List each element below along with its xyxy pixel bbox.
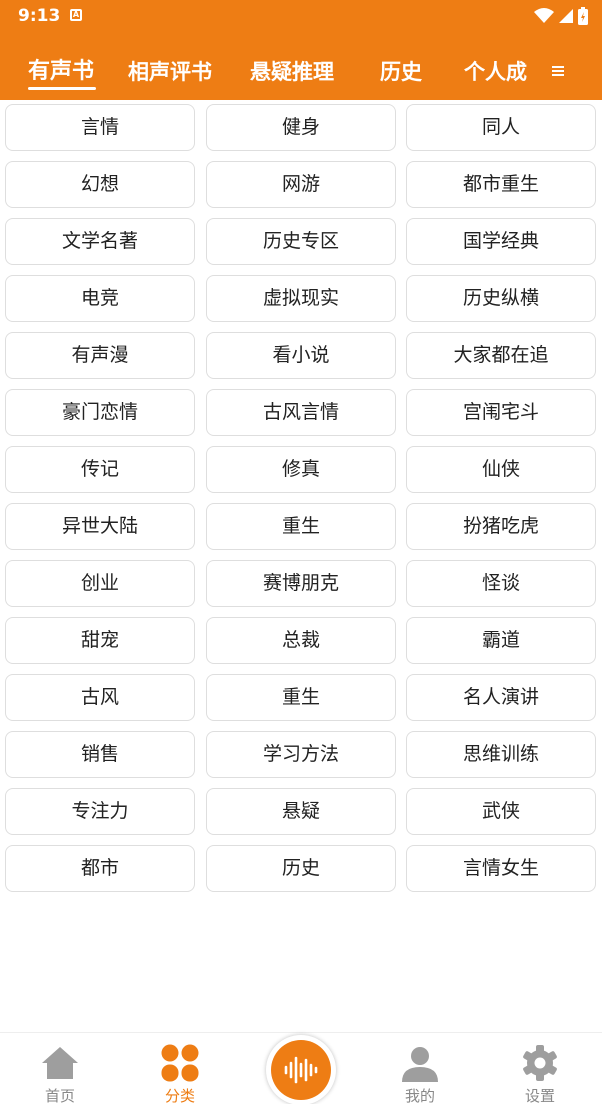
tab-history[interactable]: 历史 <box>380 54 422 90</box>
category-item[interactable]: 幻想 <box>5 161 195 208</box>
status-bar: 9:13 A <box>0 0 602 32</box>
category-item[interactable]: 有声漫 <box>5 332 195 379</box>
category-item[interactable]: 甜宠 <box>5 617 195 664</box>
active-tab-indicator <box>28 87 96 90</box>
nav-home[interactable]: 首页 <box>10 1033 110 1104</box>
category-item[interactable]: 言情女生 <box>406 845 596 892</box>
nav-settings[interactable]: 设置 <box>490 1033 590 1104</box>
category-item[interactable]: 总裁 <box>206 617 396 664</box>
category-item[interactable]: 都市重生 <box>406 161 596 208</box>
category-item[interactable]: 修真 <box>206 446 396 493</box>
category-item[interactable]: 历史纵横 <box>406 275 596 322</box>
category-tabs: 有声书 相声评书 悬疑推理 历史 个人成 <box>0 54 602 94</box>
category-item[interactable]: 言情 <box>5 104 195 151</box>
home-icon <box>42 1047 78 1079</box>
category-item[interactable]: 悬疑 <box>206 788 396 835</box>
category-item[interactable]: 创业 <box>5 560 195 607</box>
category-item[interactable]: 古风 <box>5 674 195 721</box>
category-item[interactable]: 学习方法 <box>206 731 396 778</box>
category-item[interactable]: 专注力 <box>5 788 195 835</box>
tab-crosstalk[interactable]: 相声评书 <box>128 54 212 90</box>
battery-icon <box>578 7 588 25</box>
category-item[interactable]: 古风言情 <box>206 389 396 436</box>
tab-personal-growth[interactable]: 个人成 <box>464 54 527 90</box>
category-item[interactable]: 网游 <box>206 161 396 208</box>
nav-mine-label: 我的 <box>404 1087 435 1104</box>
category-item[interactable]: 怪谈 <box>406 560 596 607</box>
status-time: 9:13 <box>18 6 61 26</box>
category-item[interactable]: 国学经典 <box>406 218 596 265</box>
category-item[interactable]: 宫闱宅斗 <box>406 389 596 436</box>
category-item[interactable]: 历史专区 <box>206 218 396 265</box>
signal-icon <box>559 9 573 23</box>
player-inner <box>271 1040 331 1100</box>
category-item[interactable]: 大家都在追 <box>406 332 596 379</box>
bottom-nav: 首页 分类 我的 设置 <box>0 1032 602 1104</box>
notification-icon: A <box>70 9 82 21</box>
category-item[interactable]: 文学名著 <box>5 218 195 265</box>
category-item[interactable]: 历史 <box>206 845 396 892</box>
player-button[interactable] <box>266 1035 336 1104</box>
category-item[interactable]: 名人演讲 <box>406 674 596 721</box>
category-item[interactable]: 都市 <box>5 845 195 892</box>
wifi-icon <box>534 8 554 23</box>
nav-settings-label: 设置 <box>524 1087 555 1104</box>
tab-mystery[interactable]: 悬疑推理 <box>250 54 334 90</box>
nav-category-label: 分类 <box>164 1087 195 1104</box>
category-item[interactable]: 重生 <box>206 674 396 721</box>
category-item[interactable]: 电竞 <box>5 275 195 322</box>
category-grid-icon <box>161 1044 199 1082</box>
category-item[interactable]: 仙侠 <box>406 446 596 493</box>
nav-category[interactable]: 分类 <box>130 1033 230 1104</box>
category-item[interactable]: 传记 <box>5 446 195 493</box>
category-item[interactable]: 扮猪吃虎 <box>406 503 596 550</box>
audio-wave-icon <box>284 1056 318 1084</box>
top-header: 9:13 A 有声书 相声评书 悬疑推理 历史 个人成 <box>0 0 602 100</box>
category-item[interactable]: 重生 <box>206 503 396 550</box>
nav-home-label: 首页 <box>44 1087 75 1104</box>
nav-mine[interactable]: 我的 <box>370 1033 470 1104</box>
category-item[interactable]: 销售 <box>5 731 195 778</box>
category-item[interactable]: 武侠 <box>406 788 596 835</box>
category-item[interactable]: 虚拟现实 <box>206 275 396 322</box>
app-root: 9:13 A 有声书 相声评书 悬疑推理 历史 个人成 言情 健身 同人 幻想 … <box>0 0 602 1104</box>
gear-icon <box>523 1045 557 1081</box>
category-item[interactable]: 霸道 <box>406 617 596 664</box>
tab-audiobook[interactable]: 有声书 <box>28 54 94 90</box>
status-icons <box>534 7 588 25</box>
category-item[interactable]: 思维训练 <box>406 731 596 778</box>
category-item[interactable]: 同人 <box>406 104 596 151</box>
category-item[interactable]: 看小说 <box>206 332 396 379</box>
category-item[interactable]: 异世大陆 <box>5 503 195 550</box>
category-item[interactable]: 赛博朋克 <box>206 560 396 607</box>
category-item[interactable]: 豪门恋情 <box>5 389 195 436</box>
category-item[interactable]: 健身 <box>206 104 396 151</box>
user-icon <box>402 1047 438 1082</box>
tab-menu-icon[interactable] <box>552 64 564 78</box>
